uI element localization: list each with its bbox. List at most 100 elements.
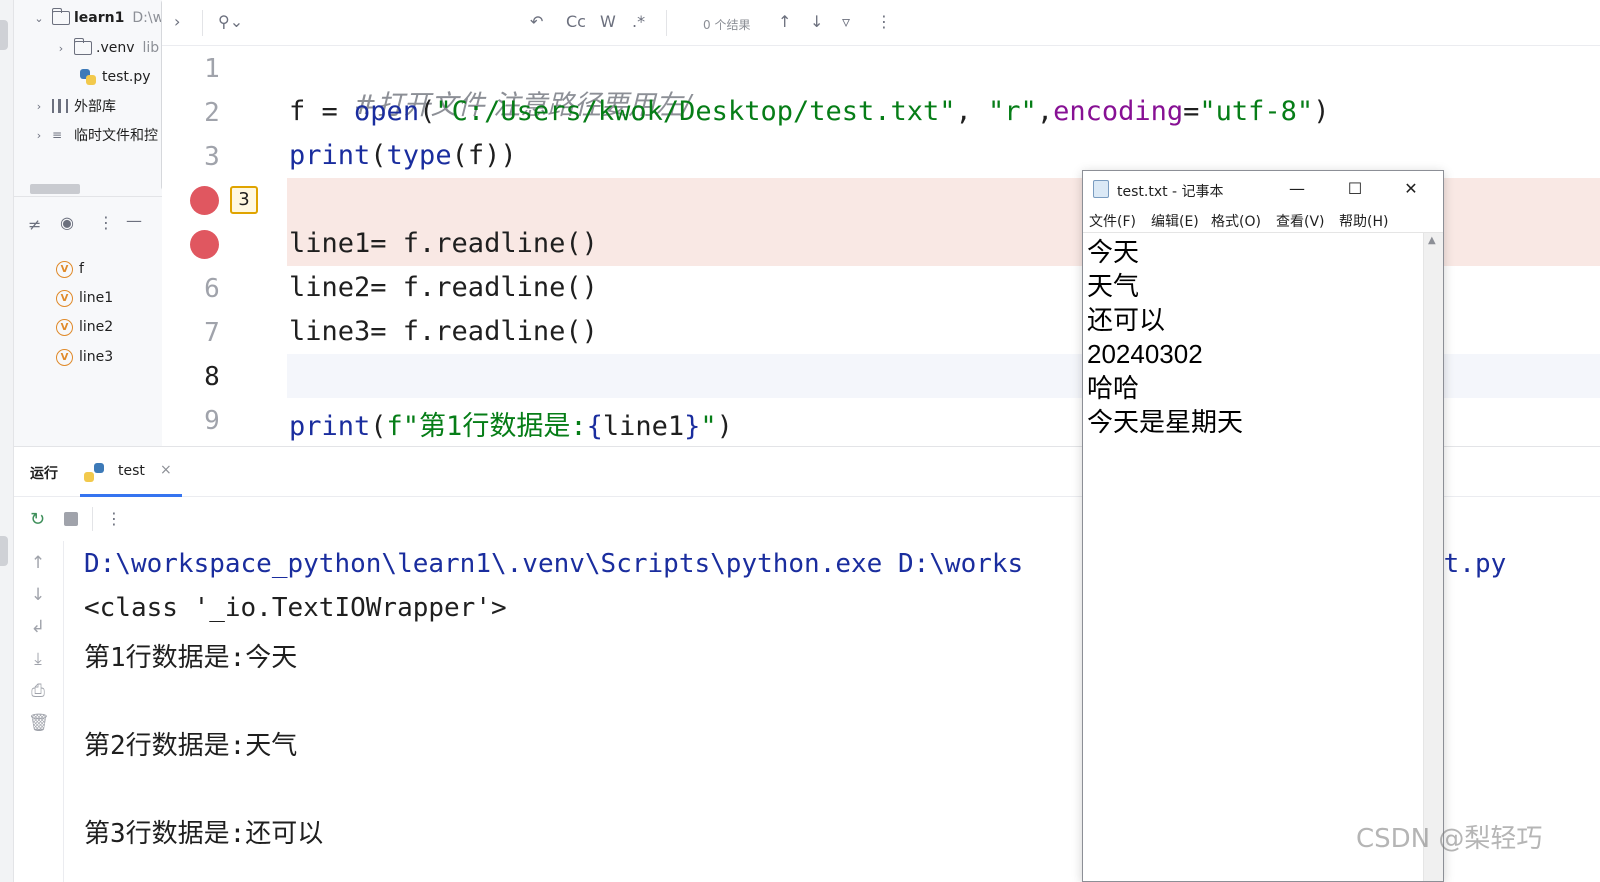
chevron-down-icon[interactable]: ⌄: [32, 12, 46, 25]
notepad-text-area[interactable]: 今天 天气 还可以 20240302 哈哈 今天是星期天: [1083, 233, 1423, 881]
code-token: encoding: [1053, 96, 1184, 127]
minimize-button[interactable]: —: [1275, 177, 1319, 201]
rerun-icon[interactable]: ↻: [30, 509, 45, 530]
code-token: }: [684, 411, 701, 442]
chevron-right-icon[interactable]: ›: [32, 129, 46, 142]
whole-word-button[interactable]: W: [600, 12, 616, 31]
variable-icon: V: [56, 348, 73, 366]
replace-icon[interactable]: ↶: [530, 12, 543, 31]
chevron-right-icon[interactable]: ›: [174, 12, 180, 31]
breakpoint-count-badge[interactable]: 3: [230, 186, 258, 214]
minimize-icon[interactable]: —: [126, 211, 142, 230]
more-options-icon[interactable]: ⋮: [876, 12, 892, 31]
code-token: "r": [988, 96, 1037, 127]
eye-icon[interactable]: ◉: [60, 213, 74, 232]
pin-icon[interactable]: ≠: [28, 215, 41, 234]
tree-item-label: 临时文件和控: [74, 128, 158, 144]
menu-view[interactable]: 查看(V): [1276, 211, 1325, 231]
code-token: ,: [955, 96, 989, 127]
notepad-scrollbar[interactable]: ▲: [1423, 233, 1443, 881]
regex-button[interactable]: .*: [632, 12, 645, 31]
variable-item[interactable]: V line2: [56, 316, 113, 338]
code-line: print(type(f)): [289, 140, 517, 171]
menu-format[interactable]: 格式(O): [1211, 211, 1261, 231]
code-token: f"第1行数据是:: [386, 411, 587, 442]
tab-label: test: [118, 463, 145, 479]
stop-icon[interactable]: [64, 512, 78, 526]
variable-item[interactable]: V line3: [56, 346, 113, 368]
print-icon[interactable]: ⎙: [28, 681, 48, 701]
variable-icon: V: [56, 289, 73, 307]
arrow-down-icon[interactable]: ↓: [28, 585, 48, 605]
variable-icon: V: [56, 318, 73, 336]
strip-handle[interactable]: [0, 20, 8, 50]
soft-wrap-icon[interactable]: ↲: [28, 617, 48, 637]
code-token: "utf-8": [1199, 96, 1314, 127]
menu-file[interactable]: 文件(F): [1089, 211, 1136, 231]
maximize-button[interactable]: ☐: [1333, 177, 1377, 201]
scroll-to-end-icon[interactable]: ⤓: [28, 649, 48, 669]
breakpoint-icon[interactable]: [190, 230, 219, 259]
tree-item-learn1[interactable]: ⌄ learn1 D:\w: [32, 4, 162, 32]
tree-item-detail: lib: [142, 40, 160, 56]
arrow-up-icon[interactable]: ↑: [28, 553, 48, 573]
run-side-toolbar: ↑ ↓ ↲ ⤓ ⎙ 🗑: [14, 541, 64, 882]
debug-variables-pane: ≠ ◉ ⋮ — V f V line1 V line2 V line3: [14, 196, 162, 446]
line-number: 2: [204, 98, 220, 128]
watermark: CSDN @梨轻巧: [1356, 824, 1543, 854]
line-number: 3: [204, 142, 220, 172]
arrow-down-icon[interactable]: ↓: [810, 12, 823, 31]
variable-icon: V: [56, 260, 73, 278]
strip-handle[interactable]: [0, 536, 8, 566]
filter-icon[interactable]: ▿: [842, 12, 850, 31]
match-case-button[interactable]: Cc: [566, 12, 586, 31]
chevron-right-icon[interactable]: ›: [32, 100, 46, 113]
tree-item-label: .venv: [96, 40, 135, 56]
variable-name: line2: [79, 319, 114, 335]
text-line: 哈哈: [1087, 373, 1140, 403]
trash-icon[interactable]: 🗑: [28, 713, 50, 733]
tree-item-scratches[interactable]: › ≡ 临时文件和控: [32, 121, 158, 149]
variable-item[interactable]: V f: [56, 258, 84, 280]
code-line: line2= f.readline(): [289, 272, 598, 303]
tab-test[interactable]: test ×: [80, 447, 182, 497]
notepad-window[interactable]: test.txt - 记事本 — ☐ ✕ 文件(F) 编辑(E) 格式(O) 查…: [1082, 170, 1444, 882]
notepad-menu-bar: 文件(F) 编辑(E) 格式(O) 查看(V) 帮助(H): [1083, 207, 1443, 233]
search-icon[interactable]: ⚲⌄: [218, 12, 243, 31]
text-line: 还可以: [1087, 305, 1166, 335]
folder-icon: [51, 8, 70, 25]
tree-item-label: test.py: [102, 69, 151, 85]
menu-edit[interactable]: 编辑(E): [1151, 211, 1199, 231]
tree-item-detail: D:\w: [132, 10, 162, 26]
code-token: line1: [602, 411, 685, 442]
more-options-icon[interactable]: ⋮: [98, 213, 114, 232]
console-output-line: 第3行数据是:还可以: [84, 819, 324, 849]
code-token: ): [1313, 96, 1330, 127]
python-file-icon: [80, 69, 96, 85]
close-icon[interactable]: ×: [160, 462, 172, 478]
notepad-title-bar[interactable]: test.txt - 记事本 — ☐ ✕: [1083, 171, 1443, 207]
left-tool-strip: [0, 0, 14, 882]
breakpoint-icon[interactable]: [190, 186, 219, 215]
menu-help[interactable]: 帮助(H): [1339, 211, 1388, 231]
arrow-up-icon[interactable]: ↑: [778, 12, 791, 31]
code-token: (: [370, 411, 387, 442]
tree-item-test-py[interactable]: test.py: [80, 63, 151, 91]
library-icon: [52, 99, 68, 113]
close-button[interactable]: ✕: [1389, 177, 1433, 201]
divider: [666, 10, 667, 36]
more-options-icon[interactable]: ⋮: [106, 509, 122, 528]
tree-item-external-libs[interactable]: › 外部库: [32, 92, 116, 120]
project-tree: ⌄ learn1 D:\w › .venv lib test.py › 外部库 …: [14, 0, 162, 196]
horizontal-scrollbar[interactable]: [30, 184, 80, 194]
divider: [202, 10, 203, 36]
code-token: print: [289, 411, 371, 442]
chevron-right-icon[interactable]: ›: [54, 42, 68, 55]
tree-item-venv[interactable]: › .venv lib: [54, 34, 159, 62]
variable-item[interactable]: V line1: [56, 287, 113, 309]
code-token: =: [1183, 96, 1200, 127]
scroll-up-icon[interactable]: ▲: [1428, 235, 1436, 246]
code-token: ): [716, 411, 733, 442]
console-output-line: 第2行数据是:天气: [84, 731, 298, 761]
code-line: line1= f.readline(): [289, 228, 598, 259]
